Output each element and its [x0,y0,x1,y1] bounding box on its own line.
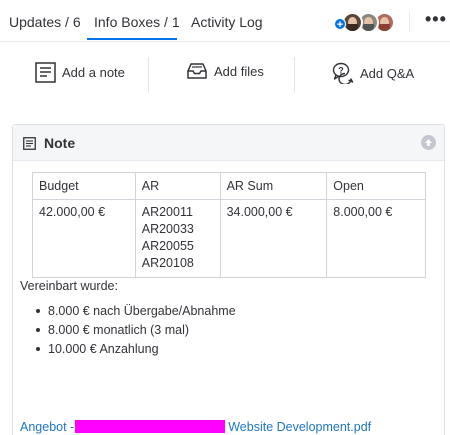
table-row: 42.000,00 € AR20011 AR20033 AR20055 AR20… [32,199,426,278]
tab-bar: Updates / 6 Info Boxes / 1 Activity Log … [0,0,450,42]
table-header-cell: Open [326,172,426,200]
attachment-suffix: Website Development.pdf [228,420,372,434]
more-options-icon[interactable]: ••• [425,9,447,30]
inbox-tray-icon [187,63,207,79]
table-cell: 42.000,00 € [32,199,136,278]
list-item: 10.000 € Anzahlung [36,340,236,359]
table-header-row: Budget AR AR Sum Open [32,172,426,200]
budget-table: Budget AR AR Sum Open 42.000,00 € AR2001… [32,172,426,278]
add-files-button[interactable]: Add files [186,62,264,80]
payment-terms-list: 8.000 € nach Übergabe/Abnahme 8.000 € mo… [36,302,236,359]
redaction-box [75,420,226,433]
divider [148,57,149,93]
list-item: 8.000 € monatlich (3 mal) [36,321,236,340]
table-cell: 8.000,00 € [326,199,426,278]
add-subscriber-icon[interactable]: + [334,18,346,31]
attachment-link[interactable]: Angebot - Website Development.pdf [20,420,371,434]
svg-text:?: ? [338,66,344,76]
add-note-button[interactable]: Add a note [35,62,125,83]
note-icon [35,62,56,83]
note-icon [23,137,36,150]
note-title: Note [44,135,76,151]
agreed-label: Vereinbart wurde: [20,279,118,293]
subscribers[interactable]: + [334,11,398,35]
add-note-label: Add a note [62,65,125,80]
tab-updates[interactable]: Updates / 6 [9,14,81,30]
tab-activity-log[interactable]: Activity Log [191,14,263,30]
list-item: 8.000 € nach Übergabe/Abnahme [36,302,236,321]
divider [409,12,410,32]
tab-info-boxes[interactable]: Info Boxes / 1 [94,14,180,30]
add-qa-label: Add Q&A [360,65,415,81]
table-cell: AR20011 AR20033 AR20055 AR20108 [134,199,221,278]
table-cell: 34.000,00 € [219,199,328,278]
note-header: Note [13,125,444,161]
add-qa-button[interactable]: ? Add Q&A [332,62,414,84]
qa-bubbles-icon: ? [332,62,354,84]
attachment-prefix: Angebot - [20,420,75,434]
active-tab-indicator [87,38,177,40]
divider [294,57,295,93]
table-header-cell: AR [134,172,221,200]
collapse-icon[interactable] [421,135,436,150]
add-files-label: Add files [214,63,264,79]
table-header-cell: Budget [32,172,136,200]
table-header-cell: AR Sum [219,172,328,200]
info-box-actions: Add a note Add files ? Add Q&A [0,50,450,102]
